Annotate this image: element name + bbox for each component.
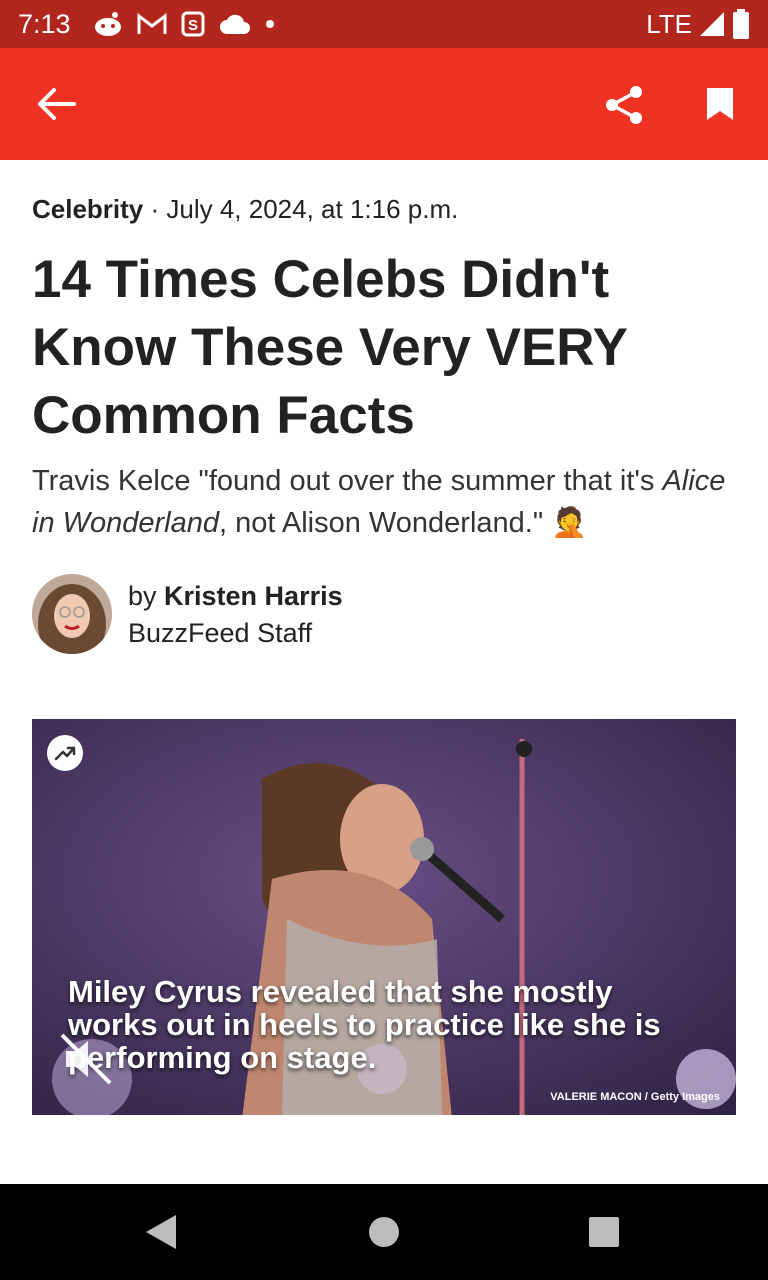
nav-recents-icon[interactable] [589, 1217, 619, 1247]
signal-icon [700, 12, 724, 36]
publish-date: · July 4, 2024, at 1:16 p.m. [150, 194, 459, 224]
status-time: 7:13 [18, 8, 71, 39]
battery-icon [733, 9, 749, 39]
back-arrow-icon[interactable] [36, 86, 76, 122]
trending-badge [47, 735, 83, 771]
dek-text-end: , not Alison Wonderland." 🤦 [219, 507, 588, 539]
notification-icons: S [93, 11, 275, 37]
article-meta: Celebrity · July 4, 2024, at 1:16 p.m. [32, 194, 458, 225]
status-right: LTE [646, 9, 750, 40]
network-label: LTE [646, 8, 692, 39]
byline: by Kristen Harris BuzzFeed Staff [128, 578, 343, 652]
money-icon: S [181, 11, 205, 37]
trending-icon [54, 746, 76, 761]
headline: 14 Times Celebs Didn't Know These Very V… [32, 250, 628, 445]
article-dek: Travis Kelce "found out over the summer … [32, 460, 736, 544]
status-bar: 7:13 S LTE [0, 0, 768, 48]
cloud-icon [219, 14, 250, 34]
nav-home-icon[interactable] [368, 1216, 400, 1248]
category-link[interactable]: Celebrity [32, 194, 143, 224]
photo-credit: VALERIE MACON / Getty Images [550, 1091, 720, 1103]
bookmark-icon[interactable] [705, 86, 735, 122]
app-bar [0, 48, 768, 160]
reddit-icon [94, 12, 121, 36]
author-avatar[interactable] [32, 574, 112, 654]
navigation-bar [0, 1184, 768, 1280]
video-caption: Miley Cyrus revealed that she mostly wor… [68, 974, 661, 1075]
mute-icon[interactable] [58, 1031, 114, 1087]
author-name[interactable]: Kristen Harris [164, 581, 343, 611]
video-player[interactable]: Miley Cyrus revealed that she mostly wor… [32, 719, 736, 1115]
dek-text-start: Travis Kelce "found out over the summer … [32, 465, 663, 497]
author-role: BuzzFeed Staff [128, 618, 313, 648]
dot-icon [265, 20, 274, 28]
byline-prefix: by [128, 581, 165, 611]
gmail-icon [137, 12, 167, 34]
nav-back-icon[interactable] [146, 1215, 176, 1249]
svg-text:S: S [188, 17, 198, 34]
share-icon[interactable] [604, 84, 644, 126]
